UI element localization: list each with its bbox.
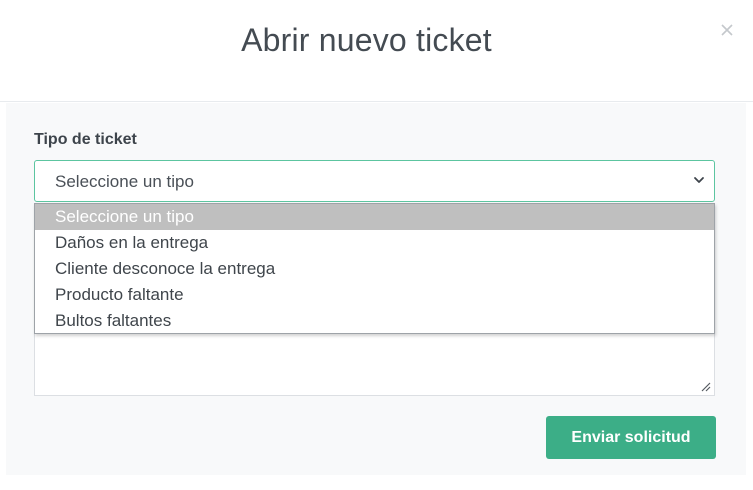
modal-title: Abrir nuevo ticket (241, 22, 492, 58)
description-textarea[interactable] (34, 332, 715, 396)
option-danos-en-la-entrega[interactable]: Daños en la entrega (35, 230, 714, 256)
option-seleccione-un-tipo[interactable]: Seleccione un tipo (35, 204, 714, 230)
close-icon[interactable] (717, 20, 737, 40)
modal-header: Abrir nuevo ticket (0, 0, 753, 102)
option-producto-faltante[interactable]: Producto faltante (35, 282, 714, 308)
option-bultos-faltantes[interactable]: Bultos faltantes (35, 308, 714, 334)
submit-request-button[interactable]: Enviar solicitud (546, 416, 716, 459)
ticket-type-select[interactable]: Seleccione un tipo (34, 160, 715, 202)
resize-handle-icon[interactable] (699, 380, 711, 392)
new-ticket-modal: Abrir nuevo ticket Tipo de ticket Selecc… (0, 0, 753, 490)
ticket-type-label: Tipo de ticket (34, 131, 137, 148)
ticket-type-dropdown-list: Seleccione un tipo Daños en la entrega C… (34, 203, 715, 334)
ticket-type-selected-value: Seleccione un tipo (55, 172, 194, 191)
chevron-down-icon (694, 177, 704, 183)
option-cliente-desconoce-la-entrega[interactable]: Cliente desconoce la entrega (35, 256, 714, 282)
